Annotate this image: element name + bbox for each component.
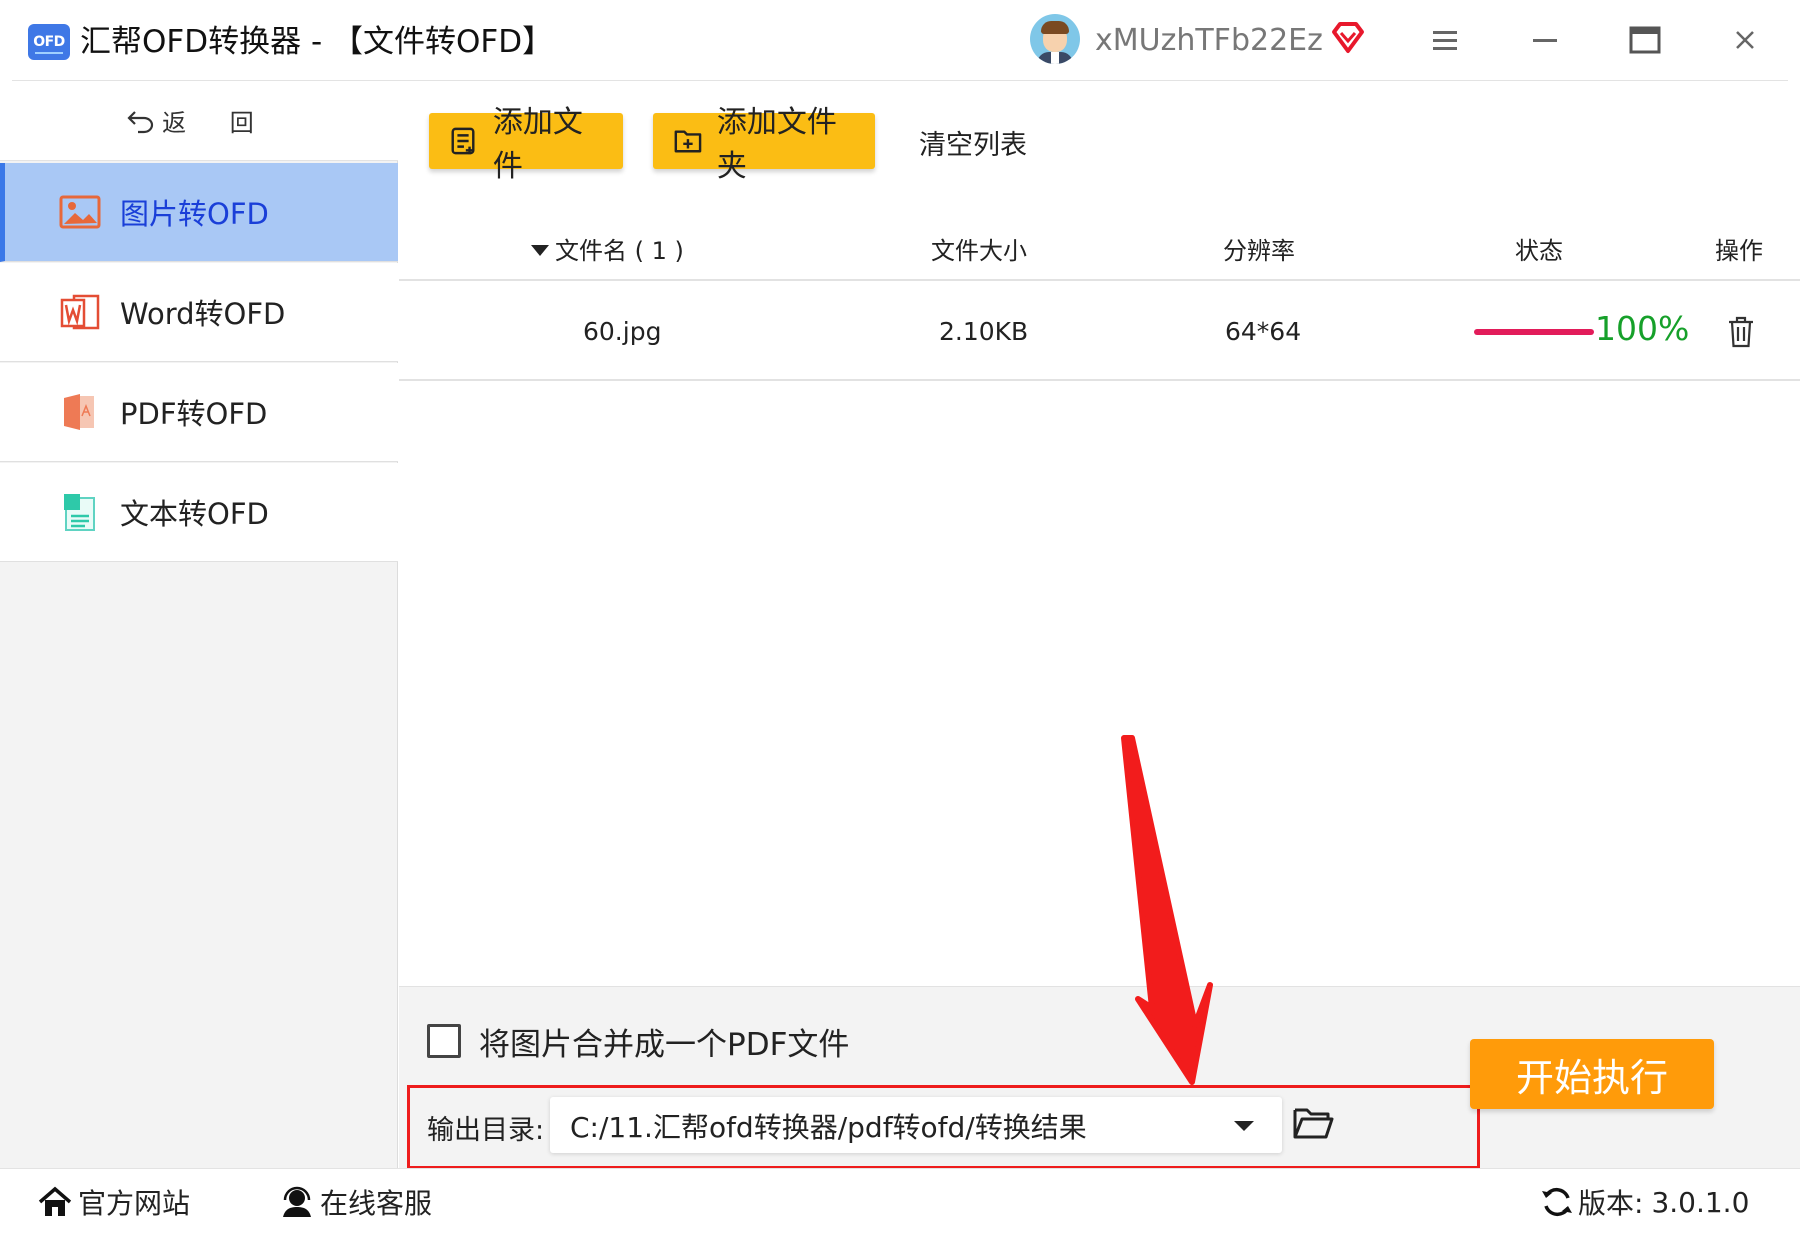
- delete-trash-icon[interactable]: [1726, 315, 1756, 349]
- file-name: 60.jpg: [583, 317, 662, 346]
- merge-label[interactable]: 将图片合并成一个PDF文件: [479, 1019, 849, 1064]
- maximize-icon: [1629, 26, 1661, 54]
- column-header-size: 文件大小: [931, 237, 1027, 265]
- main-panel: 添加文件 添加文件夹 清空列表 文件名 ( 1 ) 文件大小 分辨率 状态 操作…: [399, 81, 1800, 986]
- sort-desc-icon: [531, 245, 549, 256]
- options-panel: 将图片合并成一个PDF文件 输出目录: C:/11.汇帮ofd转换器/pdf转o…: [399, 986, 1800, 1169]
- sidebar: 返 回 图片转OFD Word转OFD PDF转OFD 文本转OFD: [0, 81, 398, 1168]
- chevron-down-icon[interactable]: [1234, 1121, 1254, 1131]
- minimize-icon: [1533, 39, 1557, 42]
- online-service-link[interactable]: 在线客服: [280, 1182, 432, 1222]
- table-row[interactable]: 60.jpg 2.10KB 64*64 100%: [399, 283, 1800, 381]
- add-folder-label: 添加文件夹: [716, 105, 837, 184]
- output-directory-highlight: 输出目录: C:/11.汇帮ofd转换器/pdf转ofd/转换结果: [407, 1085, 1480, 1169]
- sidebar-item-image-to-ofd[interactable]: 图片转OFD: [0, 163, 398, 262]
- status-bar: 官方网站 在线客服 版本: 3.0.1.0: [0, 1168, 1800, 1234]
- clear-list-button[interactable]: 清空列表: [919, 123, 1027, 162]
- merge-checkbox[interactable]: [427, 1024, 461, 1058]
- official-site-link[interactable]: 官方网站: [38, 1182, 190, 1222]
- close-button[interactable]: [1725, 22, 1765, 58]
- add-file-label: 添加文件: [492, 105, 583, 184]
- image-icon: [59, 195, 101, 229]
- column-header-resolution: 分辨率: [1223, 237, 1295, 265]
- output-path-select[interactable]: C:/11.汇帮ofd转换器/pdf转ofd/转换结果: [550, 1097, 1282, 1153]
- word-icon: [60, 294, 100, 330]
- official-site-label: 官方网站: [78, 1187, 191, 1220]
- menu-button[interactable]: [1425, 22, 1465, 58]
- column-header-action: 操作: [1715, 237, 1763, 265]
- close-icon: [1736, 31, 1754, 49]
- column-header-status: 状态: [1515, 237, 1563, 265]
- online-service-label: 在线客服: [320, 1187, 433, 1220]
- sidebar-item-word-to-ofd[interactable]: Word转OFD: [0, 263, 398, 362]
- text-file-icon: [64, 494, 95, 531]
- version-label: 版本:: [1578, 1187, 1644, 1220]
- sidebar-item-label: Word转OFD: [120, 297, 286, 331]
- app-window: OFD 汇帮OFD转换器 - 【文件转OFD】 xMUzhTFb22Ez 返 回: [0, 0, 1800, 1234]
- sidebar-item-text-to-ofd[interactable]: 文本转OFD: [0, 463, 398, 562]
- app-logo-text: OFD: [33, 34, 65, 50]
- headset-icon: [283, 1186, 311, 1217]
- file-resolution: 64*64: [1225, 317, 1302, 346]
- add-folder-button[interactable]: 添加文件夹: [653, 105, 875, 184]
- back-arrow-icon: [127, 110, 154, 133]
- column-header-name[interactable]: 文件名 ( 1 ): [531, 231, 684, 266]
- back-button[interactable]: 返 回: [0, 81, 398, 161]
- open-folder-icon[interactable]: [1292, 1104, 1334, 1142]
- username[interactable]: xMUzhTFb22Ez: [1095, 20, 1323, 62]
- output-label: 输出目录:: [427, 1115, 545, 1146]
- start-button[interactable]: 开始执行: [1470, 1039, 1714, 1109]
- sidebar-item-label: PDF转OFD: [120, 397, 268, 431]
- user-avatar[interactable]: [1030, 14, 1080, 64]
- progress-bar: [1474, 329, 1594, 335]
- title-bar: OFD 汇帮OFD转换器 - 【文件转OFD】 xMUzhTFb22Ez: [0, 0, 1800, 81]
- add-file-button[interactable]: 添加文件: [429, 105, 623, 184]
- table-header: 文件名 ( 1 ) 文件大小 分辨率 状态 操作: [399, 209, 1800, 281]
- pdf-icon: [64, 394, 94, 430]
- app-logo-icon: OFD: [28, 24, 70, 60]
- window-title: 汇帮OFD转换器 - 【文件转OFD】: [80, 24, 554, 60]
- maximize-button[interactable]: [1625, 22, 1665, 58]
- add-folder-icon: [674, 130, 702, 153]
- hamburger-icon: [1433, 31, 1457, 50]
- file-size: 2.10KB: [939, 317, 1029, 346]
- version-value: 3.0.1.0: [1651, 1185, 1750, 1219]
- column-header-name-label: 文件名 ( 1 ): [555, 237, 684, 265]
- back-label: 返 回: [162, 109, 272, 137]
- sidebar-item-label: 文本转OFD: [120, 497, 269, 531]
- sidebar-item-pdf-to-ofd[interactable]: PDF转OFD: [0, 363, 398, 462]
- refresh-icon[interactable]: [1540, 1186, 1574, 1218]
- home-icon: [38, 1186, 72, 1216]
- output-path-value: C:/11.汇帮ofd转换器/pdf转ofd/转换结果: [570, 1111, 1087, 1144]
- progress-fill: [1474, 329, 1594, 335]
- status-percent: 100%: [1595, 309, 1690, 348]
- vip-diamond-icon[interactable]: [1330, 20, 1366, 56]
- sidebar-item-label: 图片转OFD: [120, 197, 269, 231]
- add-file-icon: [451, 127, 475, 155]
- minimize-button[interactable]: [1525, 22, 1565, 58]
- version-info: 版本: 3.0.1.0: [1540, 1182, 1749, 1222]
